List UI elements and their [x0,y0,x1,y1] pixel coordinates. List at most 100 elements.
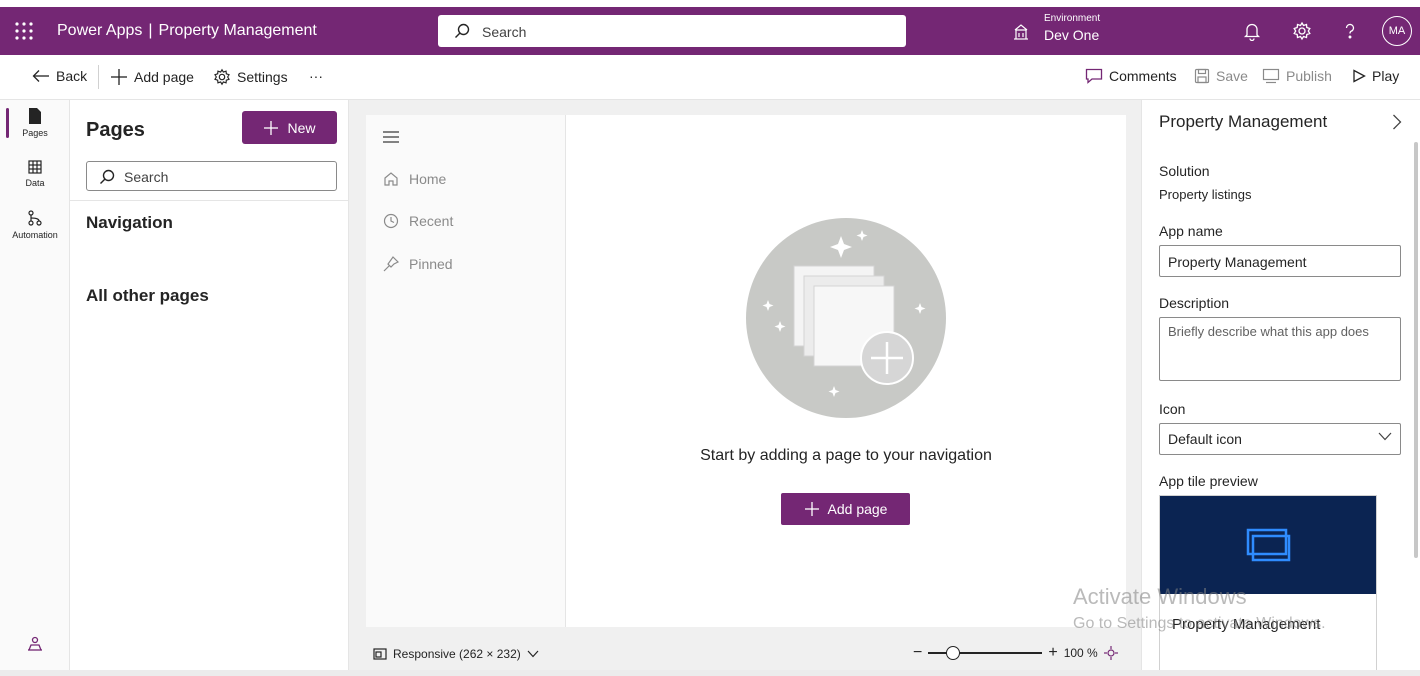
save-label: Save [1216,68,1248,84]
rail-label-automation: Automation [12,230,58,240]
description-label: Description [1159,295,1230,311]
global-search-input[interactable]: Search [438,15,906,47]
zoom-in-button[interactable]: + [1048,644,1057,662]
zoom-slider[interactable] [928,645,1043,661]
add-page-command[interactable]: Add page [110,68,194,86]
app-tile-preview-label: App tile preview [1159,473,1258,489]
app-name-value: Property Management [1168,254,1307,270]
pinned-label: Pinned [409,256,453,272]
notifications-icon[interactable] [1242,21,1262,41]
publish-icon [1262,68,1280,84]
page-icon [0,108,70,124]
user-avatar[interactable]: MA [1382,16,1412,46]
solution-label: Solution [1159,163,1210,179]
fit-to-screen-icon[interactable] [1103,646,1118,660]
window-bottom-edge [0,670,1420,676]
preview-nav-home[interactable]: Home [383,171,446,187]
responsive-layout-dropdown[interactable]: Responsive (262 × 232) [373,647,539,661]
properties-scrollbar[interactable] [1414,142,1418,558]
comment-icon [1085,68,1103,84]
command-divider [98,65,99,89]
search-icon [454,23,470,39]
play-label: Play [1372,68,1400,84]
hamburger-icon[interactable] [383,131,399,143]
rail-item-pages[interactable]: Pages [0,108,70,138]
description-placeholder: Briefly describe what this app does [1168,324,1369,339]
empty-state-illustration [746,218,946,418]
app-name-input[interactable]: Property Management [1159,245,1401,277]
all-other-pages-heading: All other pages [86,286,209,305]
pages-search-placeholder: Search [124,169,169,185]
properties-title: Property Management [1159,112,1328,131]
help-icon[interactable] [1340,21,1360,41]
pin-icon [383,256,399,272]
zoom-level: 100 % [1063,646,1098,660]
rail-copilot-button[interactable] [0,636,70,656]
new-page-button[interactable]: New [242,111,337,144]
settings-label: Settings [237,69,288,85]
zoom-control: − + 100 % [913,644,1118,662]
arrow-left-icon [32,69,50,83]
collapse-panel-icon[interactable] [1392,114,1402,130]
comments-button[interactable]: Comments [1085,68,1177,84]
icon-select-value: Default icon [1168,431,1242,447]
pages-divider [70,200,349,201]
command-bar: Back Add page Settings ··· Comments Save… [0,55,1420,100]
back-button[interactable]: Back [32,68,87,84]
icon-label: Icon [1159,401,1186,417]
pages-search-input[interactable]: Search [86,161,337,191]
layout-icon [373,648,387,660]
left-rail: Pages Data Automation [0,100,70,676]
environment-name[interactable]: Dev One [1044,27,1099,43]
chevron-down-icon [1378,432,1392,441]
add-page-button-label: Add page [827,501,888,517]
preview-nav-pinned[interactable]: Pinned [383,256,453,272]
play-button[interactable]: Play [1352,68,1399,84]
save-button[interactable]: Save [1194,68,1248,84]
app-title: Power Apps | Property Management [57,22,317,40]
pages-panel: Pages New Search Navigation All other pa… [70,100,349,676]
add-page-label: Add page [134,69,194,85]
solution-value: Property listings [1159,187,1252,202]
icon-select[interactable]: Default icon [1159,423,1401,455]
table-icon [0,160,70,174]
canvas-status-bar: Responsive (262 × 232) − + 100 % [349,638,1141,670]
description-textarea[interactable]: Briefly describe what this app does [1159,317,1401,381]
add-page-button[interactable]: Add page [781,493,910,525]
zoom-out-button[interactable]: − [913,644,922,662]
flow-icon [0,210,70,226]
app-tile-icon [1244,528,1292,564]
environment-label[interactable]: Environment [1044,13,1100,24]
back-label: Back [56,68,88,84]
rail-item-automation[interactable]: Automation [0,210,70,240]
save-icon [1194,68,1210,84]
activation-watermark-subtitle: Go to Settings to activate Windows. [1073,615,1326,632]
settings-gear-icon[interactable] [1292,21,1312,41]
empty-state-message: Start by adding a page to your navigatio… [700,447,992,464]
top-bar: Power Apps | Property Management Search En… [0,7,1420,55]
layout-label: Responsive (262 × 232) [393,647,521,661]
recent-label: Recent [409,213,454,229]
app-launcher-icon[interactable] [14,21,34,41]
settings-command[interactable]: Settings [213,68,288,86]
activation-watermark-title: Activate Windows [1073,584,1247,609]
gear-icon [213,68,231,86]
preview-nav-recent[interactable]: Recent [383,213,453,229]
plus-icon [110,68,128,86]
search-icon [99,169,115,185]
app-name-label: App name [1159,223,1223,239]
environment-icon[interactable] [1012,24,1030,40]
search-placeholder: Search [482,24,527,40]
more-commands-button[interactable]: ··· [309,68,323,84]
more-label: ··· [309,68,323,84]
pages-title: Pages [86,119,145,141]
zoom-slider-thumb[interactable] [946,646,961,660]
play-icon [1352,69,1366,83]
rail-item-data[interactable]: Data [0,160,70,188]
new-button-label: New [287,119,316,136]
app-tile-banner [1160,496,1376,594]
publish-button[interactable]: Publish [1262,68,1332,84]
publish-label: Publish [1286,68,1332,84]
chevron-down-icon [527,650,539,658]
rail-label-data: Data [25,178,45,188]
